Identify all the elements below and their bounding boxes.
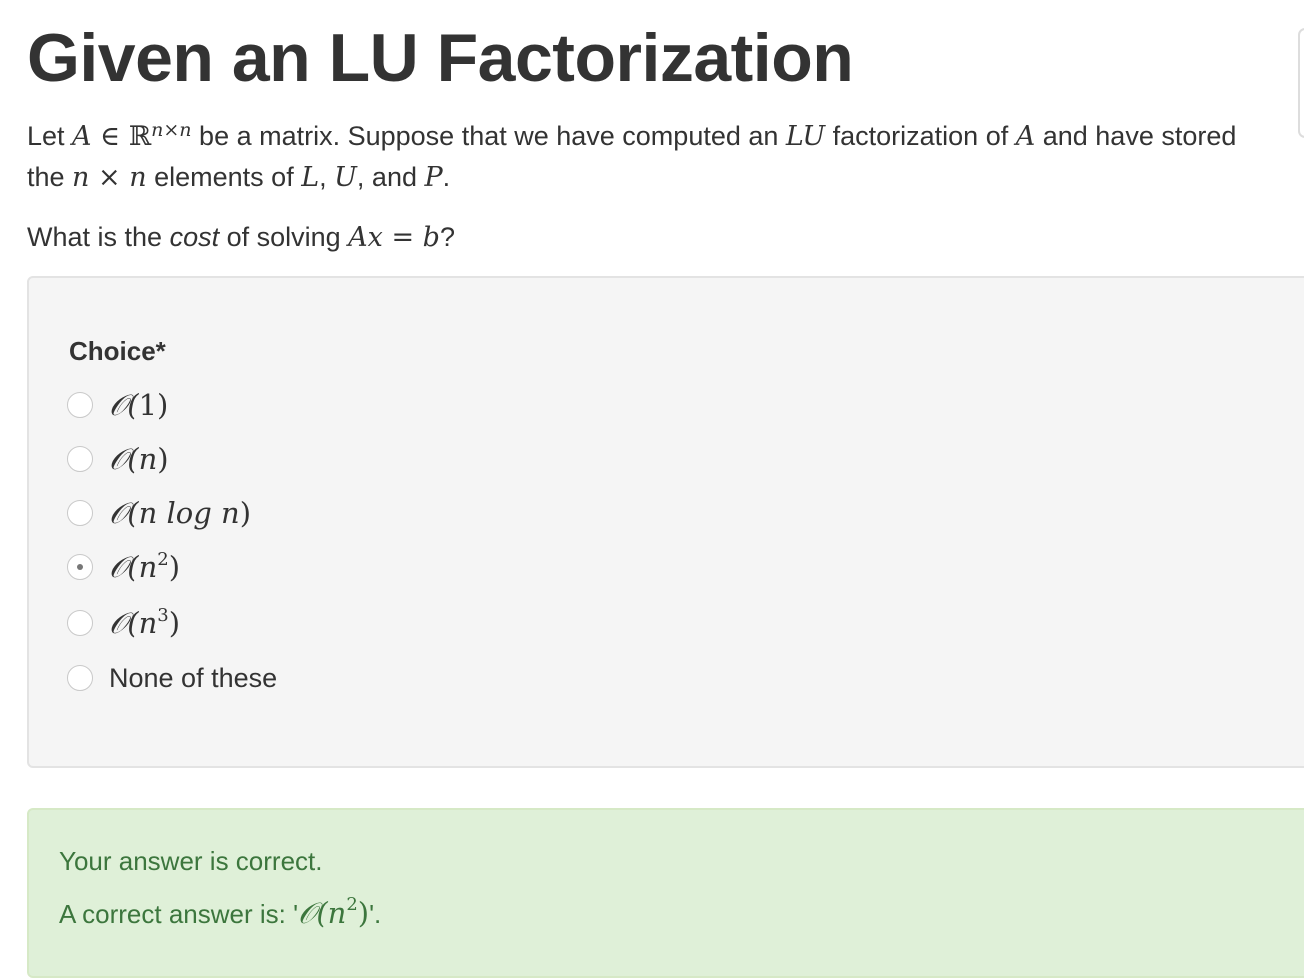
text-question-mark: ? [439, 222, 456, 252]
feedback-alert: Your answer is correct. A correct answer… [27, 808, 1304, 978]
answer-prefix: A correct answer is: ' [59, 899, 299, 929]
choice-option-on-label: 𝒪(n) [109, 442, 169, 477]
text-cost: cost [169, 222, 220, 252]
option-close: ) [168, 549, 181, 584]
radio-button[interactable] [67, 665, 93, 691]
math-in-R: ∈ ℝ [91, 121, 152, 152]
page-title: Given an LU Factorization [27, 20, 854, 96]
choice-label: Choice* [69, 336, 166, 366]
option-close: ) [168, 605, 181, 640]
math-LU: LU [785, 121, 826, 152]
big-o-symbol: 𝒪( [109, 605, 139, 640]
side-panel-edge [1298, 28, 1304, 138]
choice-option-onlogn[interactable]: 𝒪(n log n) [67, 493, 251, 533]
text-comma: , [319, 162, 335, 192]
option-body: n log n [138, 495, 240, 530]
text-of-solving: of solving [219, 222, 349, 252]
option-body: n [138, 605, 158, 640]
text-and: , and [356, 162, 425, 192]
radio-button-selected[interactable] [67, 554, 93, 580]
choice-option-none[interactable]: None of these [67, 658, 277, 698]
choice-option-on[interactable]: 𝒪(n) [67, 439, 169, 479]
radio-button[interactable] [67, 500, 93, 526]
math-L: L [301, 162, 320, 193]
text-what-is-the: What is the [27, 222, 170, 252]
choice-option-o1-label: 𝒪(1) [109, 388, 168, 423]
radio-button[interactable] [67, 610, 93, 636]
choice-option-on2[interactable]: 𝒪(n2) [67, 547, 180, 587]
big-o-symbol: 𝒪( [109, 549, 139, 584]
choice-option-o1[interactable]: 𝒪(1) [67, 385, 168, 425]
option-close: ) [239, 495, 252, 530]
math-n-times-n: n × n [72, 162, 147, 193]
math-A: A [72, 121, 92, 152]
choice-option-on3-label: 𝒪(n3) [109, 604, 181, 641]
answer-exponent: 2 [346, 894, 358, 916]
answer-math: 𝒪(n [298, 896, 347, 930]
text-elements-of: elements of [146, 162, 302, 192]
radio-button[interactable] [67, 446, 93, 472]
math-A-2: A [1015, 121, 1036, 152]
option-body: 1 [138, 387, 158, 422]
feedback-correct-answer: A correct answer is: '𝒪(n2)'. [59, 894, 382, 931]
big-o-symbol: 𝒪( [109, 387, 139, 422]
math-U: U [334, 162, 357, 193]
math-nxn-sup: n×n [151, 119, 192, 141]
feedback-status: Your answer is correct. [59, 846, 323, 876]
option-close: ) [157, 387, 169, 422]
text-factorization-of: factorization of [825, 121, 1016, 151]
radio-button[interactable] [67, 392, 93, 418]
question-paragraph-1: Let A ∈ ℝn×n be a matrix. Suppose that w… [27, 116, 1277, 198]
choice-option-on3[interactable]: 𝒪(n3) [67, 603, 180, 643]
option-body: n [138, 549, 158, 584]
big-o-symbol: 𝒪( [109, 441, 139, 476]
text-let: Let [27, 121, 73, 151]
big-o-symbol: 𝒪( [109, 495, 139, 530]
answer-suffix: '. [369, 899, 382, 929]
choice-option-onlogn-label: 𝒪(n log n) [109, 496, 251, 531]
option-exponent: 3 [157, 604, 169, 626]
math-P: P [424, 162, 443, 193]
option-exponent: 2 [157, 548, 169, 570]
question-paragraph-2: What is the cost of solving Ax = b? [27, 217, 455, 258]
option-body: n [138, 441, 158, 476]
option-close: ) [157, 441, 169, 476]
answer-close: ) [357, 896, 370, 930]
choice-option-none-label: None of these [109, 662, 278, 693]
math-Ax-eq-b: Ax = b [348, 222, 440, 253]
choice-option-on2-label: 𝒪(n2) [109, 548, 181, 585]
text-be-matrix: be a matrix. Suppose that we have comput… [191, 121, 786, 151]
text-period: . [442, 162, 451, 192]
choice-panel: Choice* 𝒪(1) 𝒪(n) 𝒪(n log n) 𝒪(n2) 𝒪(n3)… [27, 276, 1304, 768]
